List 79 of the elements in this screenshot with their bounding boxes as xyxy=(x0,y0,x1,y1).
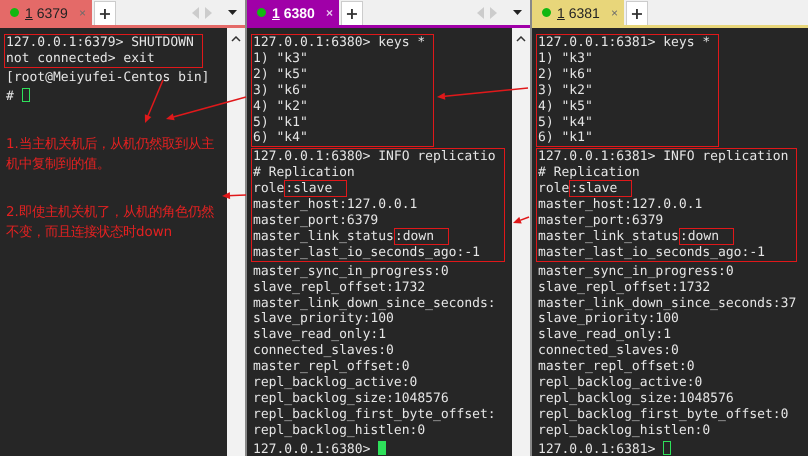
terminal-prompt: 127.0.0.1:6380> xyxy=(253,442,372,456)
terminal-text: repl_backlog_histlen:0 xyxy=(253,422,426,438)
highlighted-text: :down xyxy=(678,228,734,245)
terminal-text: slave_priority:100 xyxy=(253,311,394,326)
terminal-text: slave_read_only:1 xyxy=(538,327,672,342)
scroll-up-icon[interactable] xyxy=(516,36,526,42)
terminal-text: 5) "k4" xyxy=(538,114,593,130)
terminal-text: master_link_status xyxy=(538,228,679,244)
terminal-text: 3) "k6" xyxy=(253,82,308,98)
terminal-text: repl_backlog_active:0 xyxy=(538,375,702,390)
annotation-text: 2.即使主机关机了，从机的角色仍然不变，而且连接状态时down xyxy=(6,204,215,242)
terminal-text: [root@Meiyufei-Centos bin] xyxy=(6,70,210,85)
new-tab-button[interactable]: + xyxy=(341,1,363,25)
terminal-tab[interactable]: 1 6381 × xyxy=(532,0,624,25)
terminal-text: master_link_down_since_seconds:37 xyxy=(538,296,796,310)
new-tab-button[interactable]: + xyxy=(94,1,116,25)
terminal-text: repl_backlog_first_byte_offset:0 xyxy=(538,406,788,422)
terminal-text: 3) "k2" xyxy=(538,82,593,98)
terminal-text: master_last_io_seconds_ago:-1 xyxy=(253,244,480,260)
status-dot-icon xyxy=(10,8,19,17)
terminal-text: 5) "k1" xyxy=(253,114,308,130)
highlighted-text: :down xyxy=(394,228,450,245)
terminal-text: slave_repl_offset:1732 xyxy=(253,280,426,295)
terminal-text: master_repl_offset:0 xyxy=(538,359,695,374)
tab-close-button[interactable]: × xyxy=(326,6,333,20)
new-tab-button[interactable]: + xyxy=(626,1,648,25)
terminal-text: slave_read_only:1 xyxy=(253,327,386,342)
terminal-text: master_link_status xyxy=(253,228,394,244)
terminal-text: 6) "k4" xyxy=(253,130,308,146)
terminal-text: 127.0.0.1:6380> INFO replicatio xyxy=(253,149,496,164)
terminal-text: repl_backlog_size:1048576 xyxy=(538,390,734,406)
terminal-text: role xyxy=(253,181,284,196)
dropdown-icon[interactable] xyxy=(228,10,237,15)
highlighted-text: :slave xyxy=(284,180,348,198)
tab-close-button[interactable]: × xyxy=(610,6,618,20)
terminal-text: 4) "k2" xyxy=(253,98,308,114)
terminal-text: master_sync_in_progress:0 xyxy=(538,264,734,279)
terminal-text: 127.0.0.1:6379> SHUTDOWN xyxy=(6,35,194,50)
terminal-text: 4) "k5" xyxy=(538,98,593,114)
annotation-arrow xyxy=(513,216,530,224)
terminal-text: connected_slaves:0 xyxy=(253,343,394,358)
terminal-text: 2) "k5" xyxy=(253,66,308,82)
terminal-prompt: 127.0.0.1:6381> xyxy=(538,442,656,456)
terminal-text: master_last_io_seconds_ago:-1 xyxy=(538,244,765,260)
terminal-text: 2) "k6" xyxy=(538,66,593,82)
terminal-text: 127.0.0.1:6381> keys * xyxy=(538,35,710,50)
scroll-up-icon[interactable] xyxy=(231,36,241,42)
terminal-text: master_link_down_since_seconds: xyxy=(253,296,496,310)
terminal-text: master_port:6379 xyxy=(253,212,378,228)
terminal-tab[interactable]: 1 6379 × xyxy=(0,0,92,25)
terminal-text: 6) "k1" xyxy=(538,130,593,146)
terminal-text: master_repl_offset:0 xyxy=(253,359,410,374)
terminal-text: repl_backlog_first_byte_offset: xyxy=(253,406,496,422)
terminal-text: 127.0.0.1:6381> INFO replication xyxy=(538,149,788,164)
terminal-text: 1) "k3" xyxy=(253,50,308,66)
terminal-tab[interactable]: 1 6380 × xyxy=(247,0,339,25)
terminal-text: master_sync_in_progress:0 xyxy=(253,264,449,279)
terminal-text: repl_backlog_histlen:0 xyxy=(538,422,710,438)
terminal-text: role xyxy=(538,181,570,196)
terminal-text: 1) "k3" xyxy=(538,50,593,66)
status-dot-icon xyxy=(542,8,551,17)
status-dot-icon xyxy=(257,8,266,17)
terminal-text: master_host:127.0.0.1 xyxy=(538,197,702,212)
terminal-text: repl_backlog_size:1048576 xyxy=(253,390,449,406)
highlighted-text: :slave xyxy=(569,180,632,198)
terminal-text: # Replication xyxy=(538,165,640,180)
terminal-text: master_port:6379 xyxy=(538,212,664,228)
dropdown-icon[interactable] xyxy=(513,10,522,15)
annotation-text: 1.当主机关机后，从机仍然取到从主机中复制到的值。 xyxy=(6,136,215,174)
terminal-text: not connected> exit xyxy=(6,50,155,66)
terminal-text: slave_priority:100 xyxy=(538,311,679,326)
terminal-text: repl_backlog_active:0 xyxy=(253,375,418,390)
annotation-arrow xyxy=(222,192,246,200)
terminal-text: # Replication xyxy=(253,165,355,180)
terminal-text: master_host:127.0.0.1 xyxy=(253,197,418,212)
terminal-prompt: # xyxy=(6,88,15,104)
terminal-text: connected_slaves:0 xyxy=(538,343,679,358)
terminal-text: 127.0.0.1:6380> keys * xyxy=(253,35,426,50)
terminal-text: slave_repl_offset:1732 xyxy=(538,280,710,295)
